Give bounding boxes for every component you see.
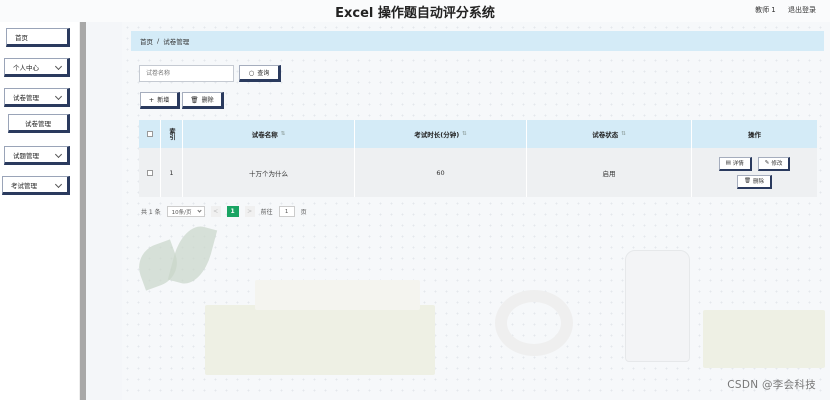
page-suffix: 页 (300, 209, 307, 216)
add-button-label: 新增 (157, 97, 170, 104)
app-title: Excel 操作题自动评分系统 (335, 6, 495, 21)
sidebar-subitem-exam-paper-management[interactable]: 试卷管理 (8, 114, 70, 133)
add-button[interactable]: + 新增 (140, 92, 180, 109)
goto-page-input[interactable]: 1 (278, 206, 295, 217)
sidebar: 首页 个人中心 试卷管理 试卷管理 试题管理 考试管理 (0, 22, 80, 400)
detail-button-label: 详情 (732, 161, 744, 167)
cylinder-decoration (625, 250, 690, 362)
breadcrumb-current: 试卷管理 (163, 38, 190, 46)
logout-link[interactable]: 退出登录 (788, 6, 816, 14)
sidebar-item-question-management[interactable]: 试题管理 (4, 146, 70, 165)
sidebar-item-exam-management[interactable]: 考试管理 (2, 176, 70, 195)
prev-page-button[interactable]: < (210, 206, 221, 217)
sidebar-item-label: 个人中心 (13, 63, 39, 72)
header-index: 索引 (161, 120, 183, 148)
top-bar: Excel 操作题自动评分系统 教师 1 退出登录 (0, 0, 830, 22)
chevron-down-icon (197, 208, 202, 213)
goto-label: 前往 (260, 209, 273, 216)
sidebar-gutter (86, 22, 122, 400)
edit-icon: ✎ (764, 160, 770, 166)
row-checkbox-cell (139, 148, 161, 197)
ring-decoration (495, 290, 573, 356)
header-checkbox-cell (139, 120, 161, 148)
sort-icon[interactable]: ⇅ (621, 131, 626, 137)
stone-block-decoration (255, 280, 420, 310)
page-size-value: 10条/页 (171, 209, 192, 216)
page-size-select[interactable]: 10条/页 (166, 206, 205, 217)
search-icon: ○ (248, 68, 255, 77)
chevron-down-icon (54, 150, 63, 159)
table-header: 索引 试卷名称 ⇅ 考试时长(分钟) ⇅ 试卷状态 ⇅ 操作 (139, 120, 817, 148)
sidebar-item-label: 考试管理 (11, 181, 37, 190)
ops-row: ▤ 详情 ✎ 修改 (718, 156, 791, 171)
delete-button-label: 删除 (201, 97, 214, 104)
watermark: CSDN @李会科技 (727, 379, 816, 391)
sidebar-item-exam-paper-management[interactable]: 试卷管理 (4, 88, 70, 107)
header-index-label: 索引 (168, 128, 175, 140)
exam-paper-table: 索引 试卷名称 ⇅ 考试时长(分钟) ⇅ 试卷状态 ⇅ 操作 1 十万个为什么 … (139, 120, 817, 197)
sort-icon[interactable]: ⇅ (462, 131, 467, 137)
row-delete-button[interactable]: 🗑 删除 (737, 174, 772, 189)
header-name[interactable]: 试卷名称 ⇅ (183, 120, 355, 148)
breadcrumb-home[interactable]: 首页 (140, 36, 153, 46)
sidebar-item-label: 首页 (15, 33, 28, 42)
stone-block-decoration (205, 305, 435, 375)
header-name-label: 试卷名称 (251, 131, 278, 139)
sidebar-item-label: 试卷管理 (25, 119, 51, 128)
breadcrumb: 首页 / 试卷管理 (131, 31, 824, 51)
header-status[interactable]: 试卷状态 ⇅ (527, 120, 692, 148)
page-number-current[interactable]: 1 (226, 206, 239, 217)
search-button-label: 查询 (257, 70, 270, 77)
row-ops: ▤ 详情 ✎ 修改 🗑 删除 (692, 148, 817, 197)
chevron-down-icon (54, 180, 63, 189)
user-area: 教师 1 退出登录 (745, 5, 816, 15)
sidebar-item-label: 试卷管理 (13, 93, 39, 102)
sort-icon[interactable]: ⇅ (281, 131, 286, 137)
stone-block-decoration (703, 310, 825, 368)
row-duration: 60 (355, 148, 527, 197)
row-index: 1 (161, 148, 183, 197)
document-icon: ▤ (725, 160, 731, 166)
search-button[interactable]: ○ 查询 (239, 65, 281, 82)
row-status: 启用 (527, 148, 692, 197)
chevron-down-icon (54, 62, 63, 71)
table-row: 1 十万个为什么 60 启用 ▤ 详情 ✎ 修改 🗑 删除 (139, 148, 817, 197)
header-duration[interactable]: 考试时长(分钟) ⇅ (355, 120, 527, 148)
search-input[interactable] (139, 65, 234, 82)
header-ops: 操作 (692, 120, 817, 148)
row-checkbox[interactable] (146, 169, 153, 176)
detail-button[interactable]: ▤ 详情 (718, 156, 752, 171)
chevron-down-icon (54, 92, 63, 101)
header-ops-label: 操作 (748, 131, 761, 139)
delete-button[interactable]: 🗑 删除 (182, 92, 224, 109)
pagination-total: 共 1 条 (141, 209, 161, 216)
sidebar-item-label: 试题管理 (13, 151, 39, 160)
trash-icon: 🗑 (744, 178, 751, 184)
select-all-checkbox[interactable] (146, 131, 153, 137)
row-name: 十万个为什么 (183, 148, 355, 197)
edit-button-label: 修改 (771, 161, 783, 167)
header-status-label: 试卷状态 (592, 131, 619, 139)
edit-button[interactable]: ✎ 修改 (757, 156, 791, 171)
trash-icon: 🗑 (190, 95, 199, 104)
plus-icon: + (148, 95, 155, 104)
header-duration-label: 考试时长(分钟) (414, 131, 460, 139)
user-name: 教师 1 (755, 6, 776, 14)
pagination: 共 1 条 10条/页 < 1 > 前往 1 页 (141, 206, 307, 217)
row-delete-button-label: 删除 (752, 179, 764, 185)
sidebar-item-home[interactable]: 首页 (6, 28, 70, 47)
breadcrumb-separator: / (157, 37, 160, 45)
sidebar-item-personal-center[interactable]: 个人中心 (4, 58, 70, 77)
next-page-button[interactable]: > (244, 206, 255, 217)
